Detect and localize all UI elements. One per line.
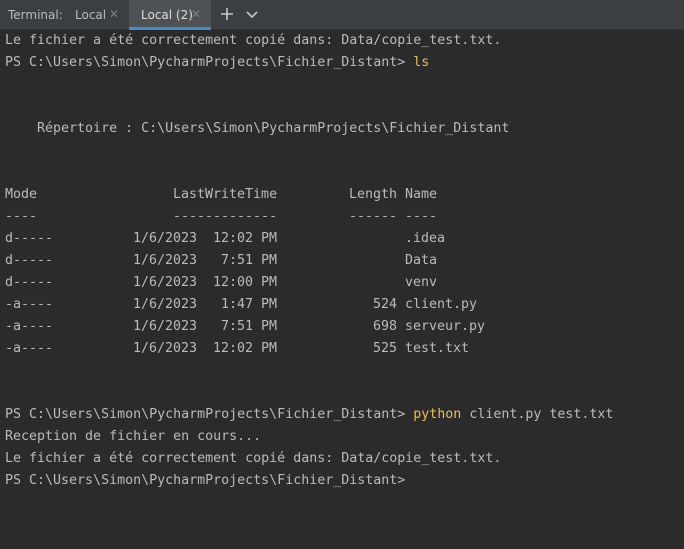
tab-local-2[interactable]: Local (2) ✕: [129, 0, 211, 30]
row-time: 12:02 PM: [212, 341, 277, 356]
row-length: 525: [372, 341, 397, 356]
directory-header: Répertoire : C:\Users\Simon\PycharmProje…: [5, 121, 510, 136]
close-icon[interactable]: ✕: [191, 7, 201, 21]
row-date: 1/6/2023: [132, 341, 197, 356]
table-row: -a---- 1/6/2023 7:51 PM 698 serveur.py: [5, 318, 675, 336]
terminal-tab-bar: Terminal: Local ✕ Local (2) ✕: [0, 0, 684, 30]
close-icon[interactable]: ✕: [109, 7, 119, 21]
table-separator: ---- ------------- ------ ----: [5, 208, 675, 226]
separator-mode: ----: [5, 209, 38, 224]
row-date: 1/6/2023: [132, 275, 197, 290]
command-args: client.py test.txt: [461, 407, 614, 422]
column-header-mode: Mode: [5, 187, 38, 202]
row-mode: -a----: [5, 319, 54, 334]
table-row: -a---- 1/6/2023 1:47 PM 524 client.py: [5, 296, 675, 314]
row-date: 1/6/2023: [132, 297, 197, 312]
output-line: Le fichier a été correctement copié dans…: [5, 33, 502, 48]
separator-length: ------: [348, 209, 397, 224]
row-time: 12:00 PM: [212, 275, 277, 290]
row-name: test.txt: [405, 341, 470, 356]
row-date: 1/6/2023: [132, 319, 197, 334]
table-row: -a---- 1/6/2023 12:02 PM 525 test.txt: [5, 340, 675, 358]
command: ls: [413, 55, 430, 70]
chevron-down-icon: [246, 11, 258, 19]
command: python: [413, 407, 462, 422]
column-header-length: Length: [348, 187, 397, 202]
row-time: 12:02 PM: [212, 231, 277, 246]
terminal-label: Terminal:: [8, 8, 63, 22]
tab-dropdown-button[interactable]: [242, 4, 262, 24]
row-time: 7:51 PM: [220, 253, 277, 268]
row-mode: -a----: [5, 297, 54, 312]
output-line: Reception de fichier en cours...: [5, 429, 262, 444]
row-time: 1:47 PM: [220, 297, 277, 312]
tab-local-2-label: Local (2): [141, 8, 193, 22]
prompt: PS C:\Users\Simon\PycharmProjects\Fichie…: [5, 55, 414, 70]
row-length: 698: [372, 319, 397, 334]
column-header-lastwritetime: LastWriteTime: [173, 187, 278, 202]
prompt-line: PS C:\Users\Simon\PycharmProjects\Fichie…: [5, 406, 613, 424]
plus-icon: [221, 8, 233, 20]
row-name: serveur.py: [405, 319, 486, 334]
prompt: PS C:\Users\Simon\PycharmProjects\Fichie…: [5, 407, 414, 422]
prompt-line: PS C:\Users\Simon\PycharmProjects\Fichie…: [5, 473, 406, 488]
output-line: Le fichier a été correctement copié dans…: [5, 451, 502, 466]
row-length: 524: [372, 297, 397, 312]
tab-local[interactable]: Local ✕: [63, 0, 127, 30]
terminal-output[interactable]: Le fichier a été correctement copié dans…: [0, 30, 684, 549]
row-mode: d-----: [5, 231, 54, 246]
separator-lastwritetime: -------------: [173, 209, 278, 224]
table-row: d----- 1/6/2023 12:00 PM venv: [5, 274, 675, 292]
row-name: .idea: [405, 231, 446, 246]
row-name: venv: [405, 275, 438, 290]
row-date: 1/6/2023: [132, 231, 197, 246]
separator-name: ----: [405, 209, 438, 224]
table-row: d----- 1/6/2023 12:02 PM .idea: [5, 230, 675, 248]
row-time: 7:51 PM: [220, 319, 277, 334]
new-tab-button[interactable]: [217, 4, 237, 24]
table-row: d----- 1/6/2023 7:51 PM Data: [5, 252, 675, 270]
tab-local-label: Local: [75, 8, 107, 22]
row-mode: d-----: [5, 275, 54, 290]
row-date: 1/6/2023: [132, 253, 197, 268]
prompt-line: PS C:\Users\Simon\PycharmProjects\Fichie…: [5, 54, 429, 72]
table-header: Mode LastWriteTime Length Name: [5, 186, 675, 204]
row-name: client.py: [405, 297, 478, 312]
row-mode: d-----: [5, 253, 54, 268]
column-header-name: Name: [405, 187, 438, 202]
row-name: Data: [405, 253, 438, 268]
row-mode: -a----: [5, 341, 54, 356]
